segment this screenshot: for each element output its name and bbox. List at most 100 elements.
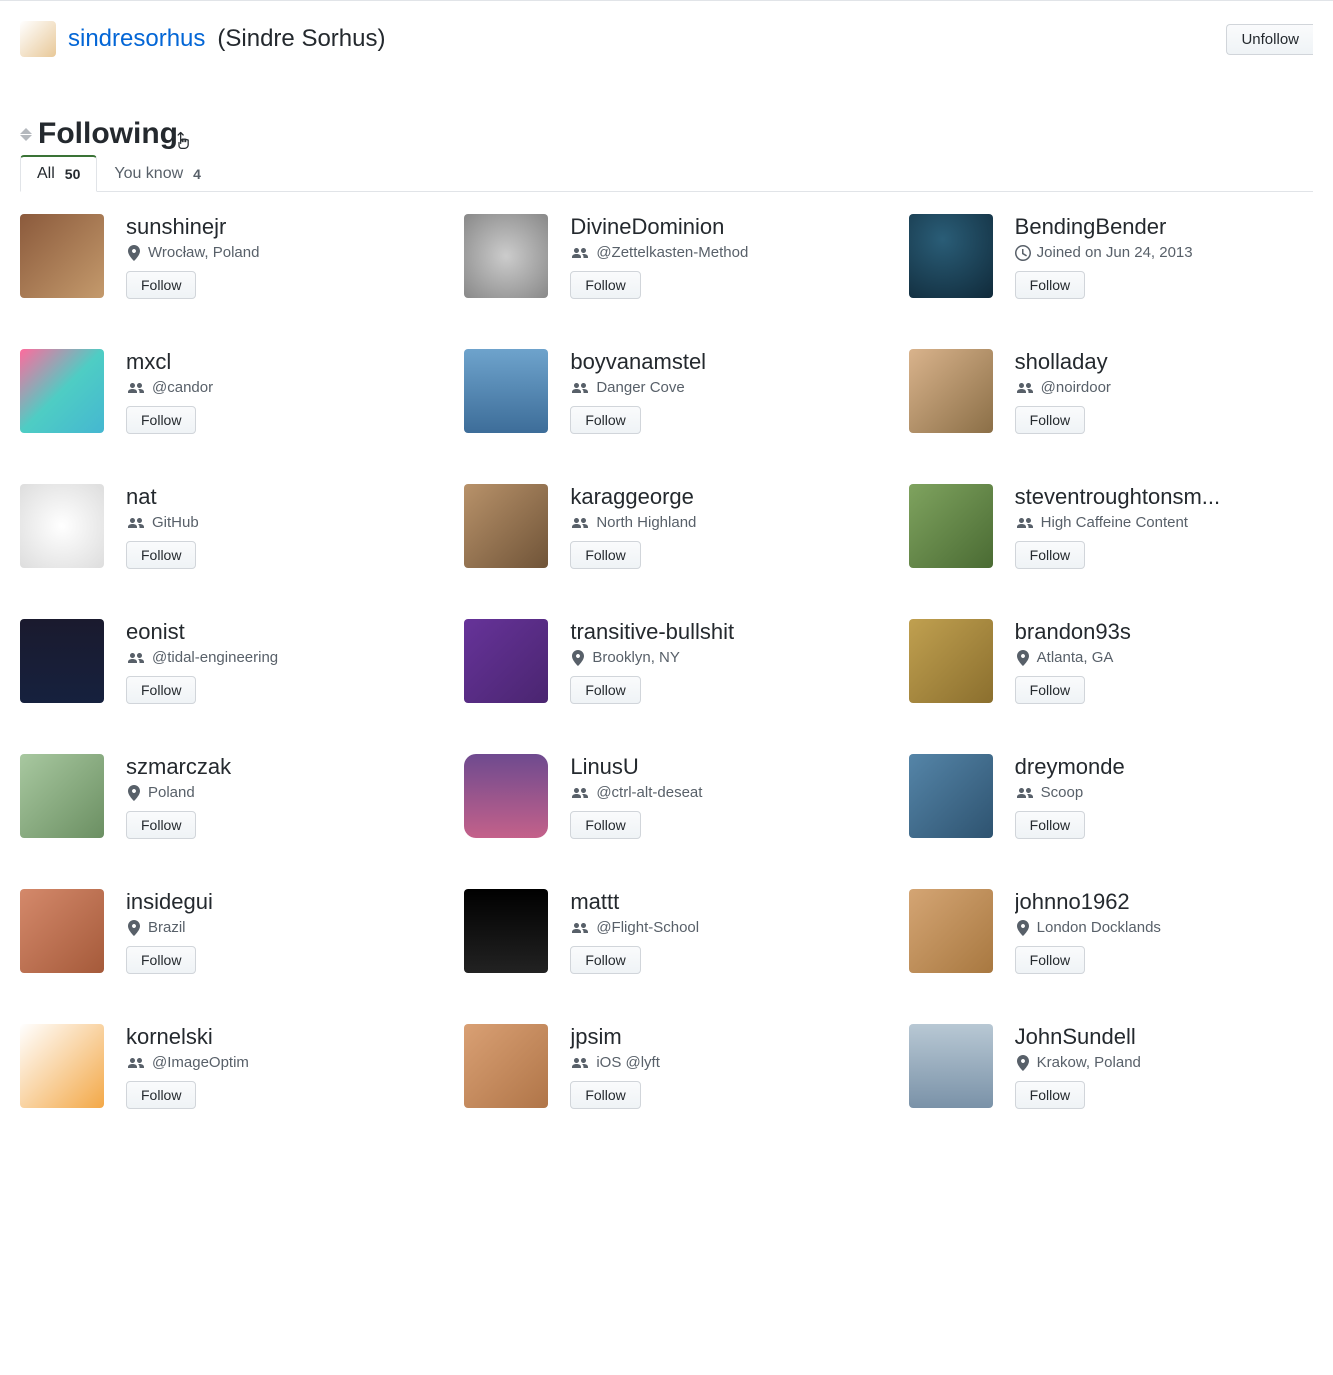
user-login[interactable]: nat: [126, 484, 424, 510]
tab-you-know-count: 4: [193, 166, 201, 182]
user-avatar[interactable]: [20, 1024, 104, 1108]
user-meta-text: Atlanta, GA: [1037, 649, 1114, 666]
user-meta-text: Wrocław, Poland: [148, 244, 259, 261]
user-avatar[interactable]: [909, 349, 993, 433]
user-login[interactable]: johnno1962: [1015, 889, 1313, 915]
profile-username-link[interactable]: sindresorhus: [68, 25, 205, 53]
user-card-body: karaggeorge North Highland Follow: [570, 484, 868, 569]
user-card-body: eonist@tidal-engineeringFollow: [126, 619, 424, 704]
follow-button[interactable]: Follow: [1015, 676, 1085, 704]
user-card-body: mattt@Flight-SchoolFollow: [570, 889, 868, 974]
user-avatar[interactable]: [464, 1024, 548, 1108]
tab-you-know-label: You know: [114, 165, 183, 183]
user-meta-text: North Highland: [596, 514, 696, 531]
user-avatar[interactable]: [20, 754, 104, 838]
user-meta-text: @ctrl-alt-deseat: [596, 784, 702, 801]
user-card-body: JohnSundell Krakow, Poland Follow: [1015, 1024, 1313, 1109]
follow-button[interactable]: Follow: [570, 406, 640, 434]
follow-button[interactable]: Follow: [126, 811, 196, 839]
users-grid: sunshinejr Wrocław, Poland Follow DivineDom…: [20, 214, 1313, 1109]
user-avatar[interactable]: [464, 349, 548, 433]
follow-button[interactable]: Follow: [1015, 811, 1085, 839]
user-avatar[interactable]: [464, 214, 548, 298]
follow-button[interactable]: Follow: [570, 811, 640, 839]
user-avatar[interactable]: [909, 1024, 993, 1108]
user-login[interactable]: boyvanamstel: [570, 349, 868, 375]
org-icon: [570, 1055, 590, 1071]
follow-button[interactable]: Follow: [126, 541, 196, 569]
user-avatar[interactable]: [909, 484, 993, 568]
user-avatar[interactable]: [20, 484, 104, 568]
user-card-body: insideguiBrazilFollow: [126, 889, 424, 974]
user-meta-text: @candor: [152, 379, 213, 396]
org-icon: [126, 1055, 146, 1071]
follow-button[interactable]: Follow: [1015, 271, 1085, 299]
org-icon: [570, 515, 590, 531]
user-avatar[interactable]: [464, 754, 548, 838]
follow-button[interactable]: Follow: [570, 1081, 640, 1109]
user-login[interactable]: dreymonde: [1015, 754, 1313, 780]
user-avatar[interactable]: [909, 754, 993, 838]
user-login[interactable]: sholladay: [1015, 349, 1313, 375]
user-login[interactable]: steventroughtonsm...: [1015, 484, 1313, 510]
user-meta: Krakow, Poland: [1015, 1054, 1313, 1071]
user-meta: @Zettelkasten-Method: [570, 244, 868, 261]
user-login[interactable]: karaggeorge: [570, 484, 868, 510]
unfollow-button[interactable]: Unfollow: [1226, 24, 1313, 55]
user-login[interactable]: szmarczak: [126, 754, 424, 780]
follow-button[interactable]: Follow: [570, 541, 640, 569]
user-meta: Scoop: [1015, 784, 1313, 801]
user-card: eonist@tidal-engineeringFollow: [20, 619, 424, 704]
user-avatar[interactable]: [909, 889, 993, 973]
follow-button[interactable]: Follow: [126, 271, 196, 299]
user-login[interactable]: BendingBender: [1015, 214, 1313, 240]
user-avatar[interactable]: [909, 619, 993, 703]
user-login[interactable]: insidegui: [126, 889, 424, 915]
user-login[interactable]: mxcl: [126, 349, 424, 375]
user-login[interactable]: JohnSundell: [1015, 1024, 1313, 1050]
follow-button[interactable]: Follow: [1015, 946, 1085, 974]
section-title-row: Following: [20, 117, 1313, 151]
user-login[interactable]: DivineDominion: [570, 214, 868, 240]
user-meta: North Highland: [570, 514, 868, 531]
sort-toggle-icon[interactable]: [20, 128, 32, 141]
user-login[interactable]: eonist: [126, 619, 424, 645]
follow-button[interactable]: Follow: [126, 406, 196, 434]
user-avatar[interactable]: [464, 619, 548, 703]
user-avatar[interactable]: [20, 214, 104, 298]
user-login[interactable]: jpsim: [570, 1024, 868, 1050]
follow-button[interactable]: Follow: [570, 271, 640, 299]
follow-button[interactable]: Follow: [126, 1081, 196, 1109]
user-avatar[interactable]: [909, 214, 993, 298]
user-meta-text: @ImageOptim: [152, 1054, 249, 1071]
user-avatar[interactable]: [464, 484, 548, 568]
user-avatar[interactable]: [20, 619, 104, 703]
user-login[interactable]: LinusU: [570, 754, 868, 780]
follow-button[interactable]: Follow: [1015, 406, 1085, 434]
user-meta-text: iOS @lyft: [596, 1054, 660, 1071]
profile-avatar[interactable]: [20, 21, 56, 57]
follow-button[interactable]: Follow: [570, 946, 640, 974]
user-avatar[interactable]: [464, 889, 548, 973]
follow-button[interactable]: Follow: [126, 946, 196, 974]
follow-button[interactable]: Follow: [1015, 541, 1085, 569]
follow-button[interactable]: Follow: [570, 676, 640, 704]
tab-all[interactable]: All 50: [20, 155, 97, 192]
user-login[interactable]: brandon93s: [1015, 619, 1313, 645]
follow-button[interactable]: Follow: [1015, 1081, 1085, 1109]
user-card: mattt@Flight-SchoolFollow: [464, 889, 868, 974]
user-avatar[interactable]: [20, 889, 104, 973]
user-card: jpsim iOS @lyft Follow: [464, 1024, 868, 1109]
user-meta: @ImageOptim: [126, 1054, 424, 1071]
user-card-body: boyvanamstelDanger CoveFollow: [570, 349, 868, 434]
org-icon: [570, 380, 590, 396]
follow-button[interactable]: Follow: [126, 676, 196, 704]
user-login[interactable]: mattt: [570, 889, 868, 915]
user-login[interactable]: kornelski: [126, 1024, 424, 1050]
org-icon: [570, 245, 590, 261]
user-login[interactable]: transitive-bullshit: [570, 619, 868, 645]
clock-icon: [1015, 245, 1031, 261]
tab-you-know[interactable]: You know 4: [97, 155, 218, 192]
user-avatar[interactable]: [20, 349, 104, 433]
user-login[interactable]: sunshinejr: [126, 214, 424, 240]
